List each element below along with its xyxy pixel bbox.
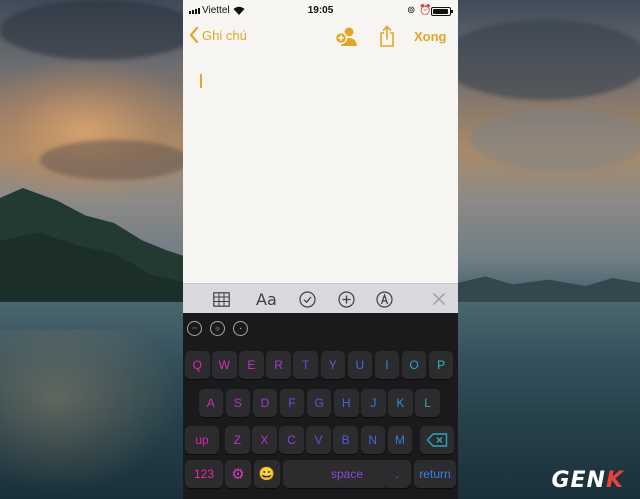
battery-icon bbox=[431, 7, 453, 16]
emoji-icon: 😀 bbox=[258, 466, 276, 481]
done-button[interactable]: Xong bbox=[414, 29, 447, 44]
insert-plus-icon[interactable] bbox=[338, 290, 355, 308]
cloud bbox=[0, 0, 200, 60]
key-w[interactable]: W bbox=[212, 351, 237, 379]
status-bar: Viettel 19:05 ⊚ ⏰ bbox=[183, 0, 458, 22]
key-d[interactable]: D bbox=[252, 389, 278, 417]
delete-key[interactable] bbox=[420, 426, 454, 454]
close-icon[interactable] bbox=[432, 290, 446, 308]
key-i[interactable]: I bbox=[374, 351, 400, 379]
key-f[interactable]: F bbox=[279, 389, 305, 417]
watermark-logo: GENK bbox=[551, 468, 624, 493]
key-p[interactable]: P bbox=[428, 351, 454, 379]
key-b[interactable]: B bbox=[333, 426, 358, 454]
checklist-icon[interactable] bbox=[299, 290, 316, 308]
key-g[interactable]: G bbox=[306, 389, 332, 417]
return-key[interactable]: return bbox=[414, 460, 456, 488]
share-icon[interactable] bbox=[379, 25, 395, 47]
shift-key[interactable]: up bbox=[185, 426, 219, 454]
backspace-icon bbox=[426, 433, 448, 447]
settings-key[interactable]: ⚙ bbox=[225, 460, 251, 488]
phone-screen: Viettel 19:05 ⊚ ⏰ Ghi chú Xong Aa 〰 ◎ ▪ … bbox=[183, 0, 458, 499]
back-label: Ghi chú bbox=[202, 27, 247, 43]
key-y[interactable]: Y bbox=[320, 351, 345, 379]
keyboard: 〰 ◎ ▪ Q W E R T Y U I O P A S D F G H J K Lup Z X C V B N M 123 ⚙ 😀 s… bbox=[183, 313, 458, 499]
gear-icon: ⚙ bbox=[231, 466, 245, 483]
mountain-right bbox=[458, 276, 640, 302]
text-cursor bbox=[200, 74, 202, 88]
key-a[interactable]: A bbox=[198, 389, 223, 417]
key-z[interactable]: Z bbox=[225, 426, 250, 454]
note-editor[interactable] bbox=[183, 52, 458, 283]
cloud bbox=[40, 140, 190, 180]
keyboard-toolbar: 〰 ◎ ▪ bbox=[183, 313, 458, 343]
key-o[interactable]: O bbox=[401, 351, 427, 379]
status-time: 19:05 bbox=[307, 5, 334, 16]
add-people-icon[interactable] bbox=[334, 25, 358, 47]
formatting-toolbar: Aa bbox=[183, 283, 458, 313]
key-v[interactable]: V bbox=[306, 426, 331, 454]
water-reflection bbox=[0, 330, 190, 499]
key-t[interactable]: T bbox=[293, 351, 318, 379]
key-r[interactable]: R bbox=[266, 351, 291, 379]
key-m[interactable]: M bbox=[387, 426, 413, 454]
key-k[interactable]: K bbox=[388, 389, 413, 417]
alarm-icon: ⏰ bbox=[419, 5, 432, 16]
markup-pen-icon[interactable] bbox=[376, 290, 393, 308]
key-q[interactable]: Q bbox=[185, 351, 210, 379]
numbers-key[interactable]: 123 bbox=[185, 460, 223, 488]
key-s[interactable]: S bbox=[225, 389, 251, 417]
table-icon[interactable] bbox=[213, 290, 230, 308]
key-j[interactable]: J bbox=[361, 389, 386, 417]
rotation-lock-icon: ⊚ bbox=[407, 5, 416, 16]
cloud bbox=[440, 20, 640, 100]
theme-icon[interactable]: ◎ bbox=[210, 321, 225, 336]
cloud bbox=[470, 110, 640, 170]
key-h[interactable]: H bbox=[334, 389, 359, 417]
chevron-left-icon bbox=[189, 27, 199, 43]
wave-icon[interactable]: 〰 bbox=[187, 321, 202, 336]
period-key[interactable]: . bbox=[384, 460, 410, 488]
key-e[interactable]: E bbox=[239, 351, 264, 379]
emoji-key[interactable]: 😀 bbox=[254, 460, 280, 488]
key-x[interactable]: X bbox=[252, 426, 277, 454]
navigation-bar: Ghi chú Xong bbox=[183, 22, 458, 52]
key-u[interactable]: U bbox=[347, 351, 373, 379]
key-c[interactable]: C bbox=[279, 426, 304, 454]
sticker-icon[interactable]: ▪ bbox=[233, 321, 248, 336]
back-button[interactable]: Ghi chú bbox=[189, 27, 247, 43]
key-l[interactable]: L bbox=[415, 389, 440, 417]
text-format-button[interactable]: Aa bbox=[256, 290, 277, 309]
key-n[interactable]: N bbox=[360, 426, 385, 454]
